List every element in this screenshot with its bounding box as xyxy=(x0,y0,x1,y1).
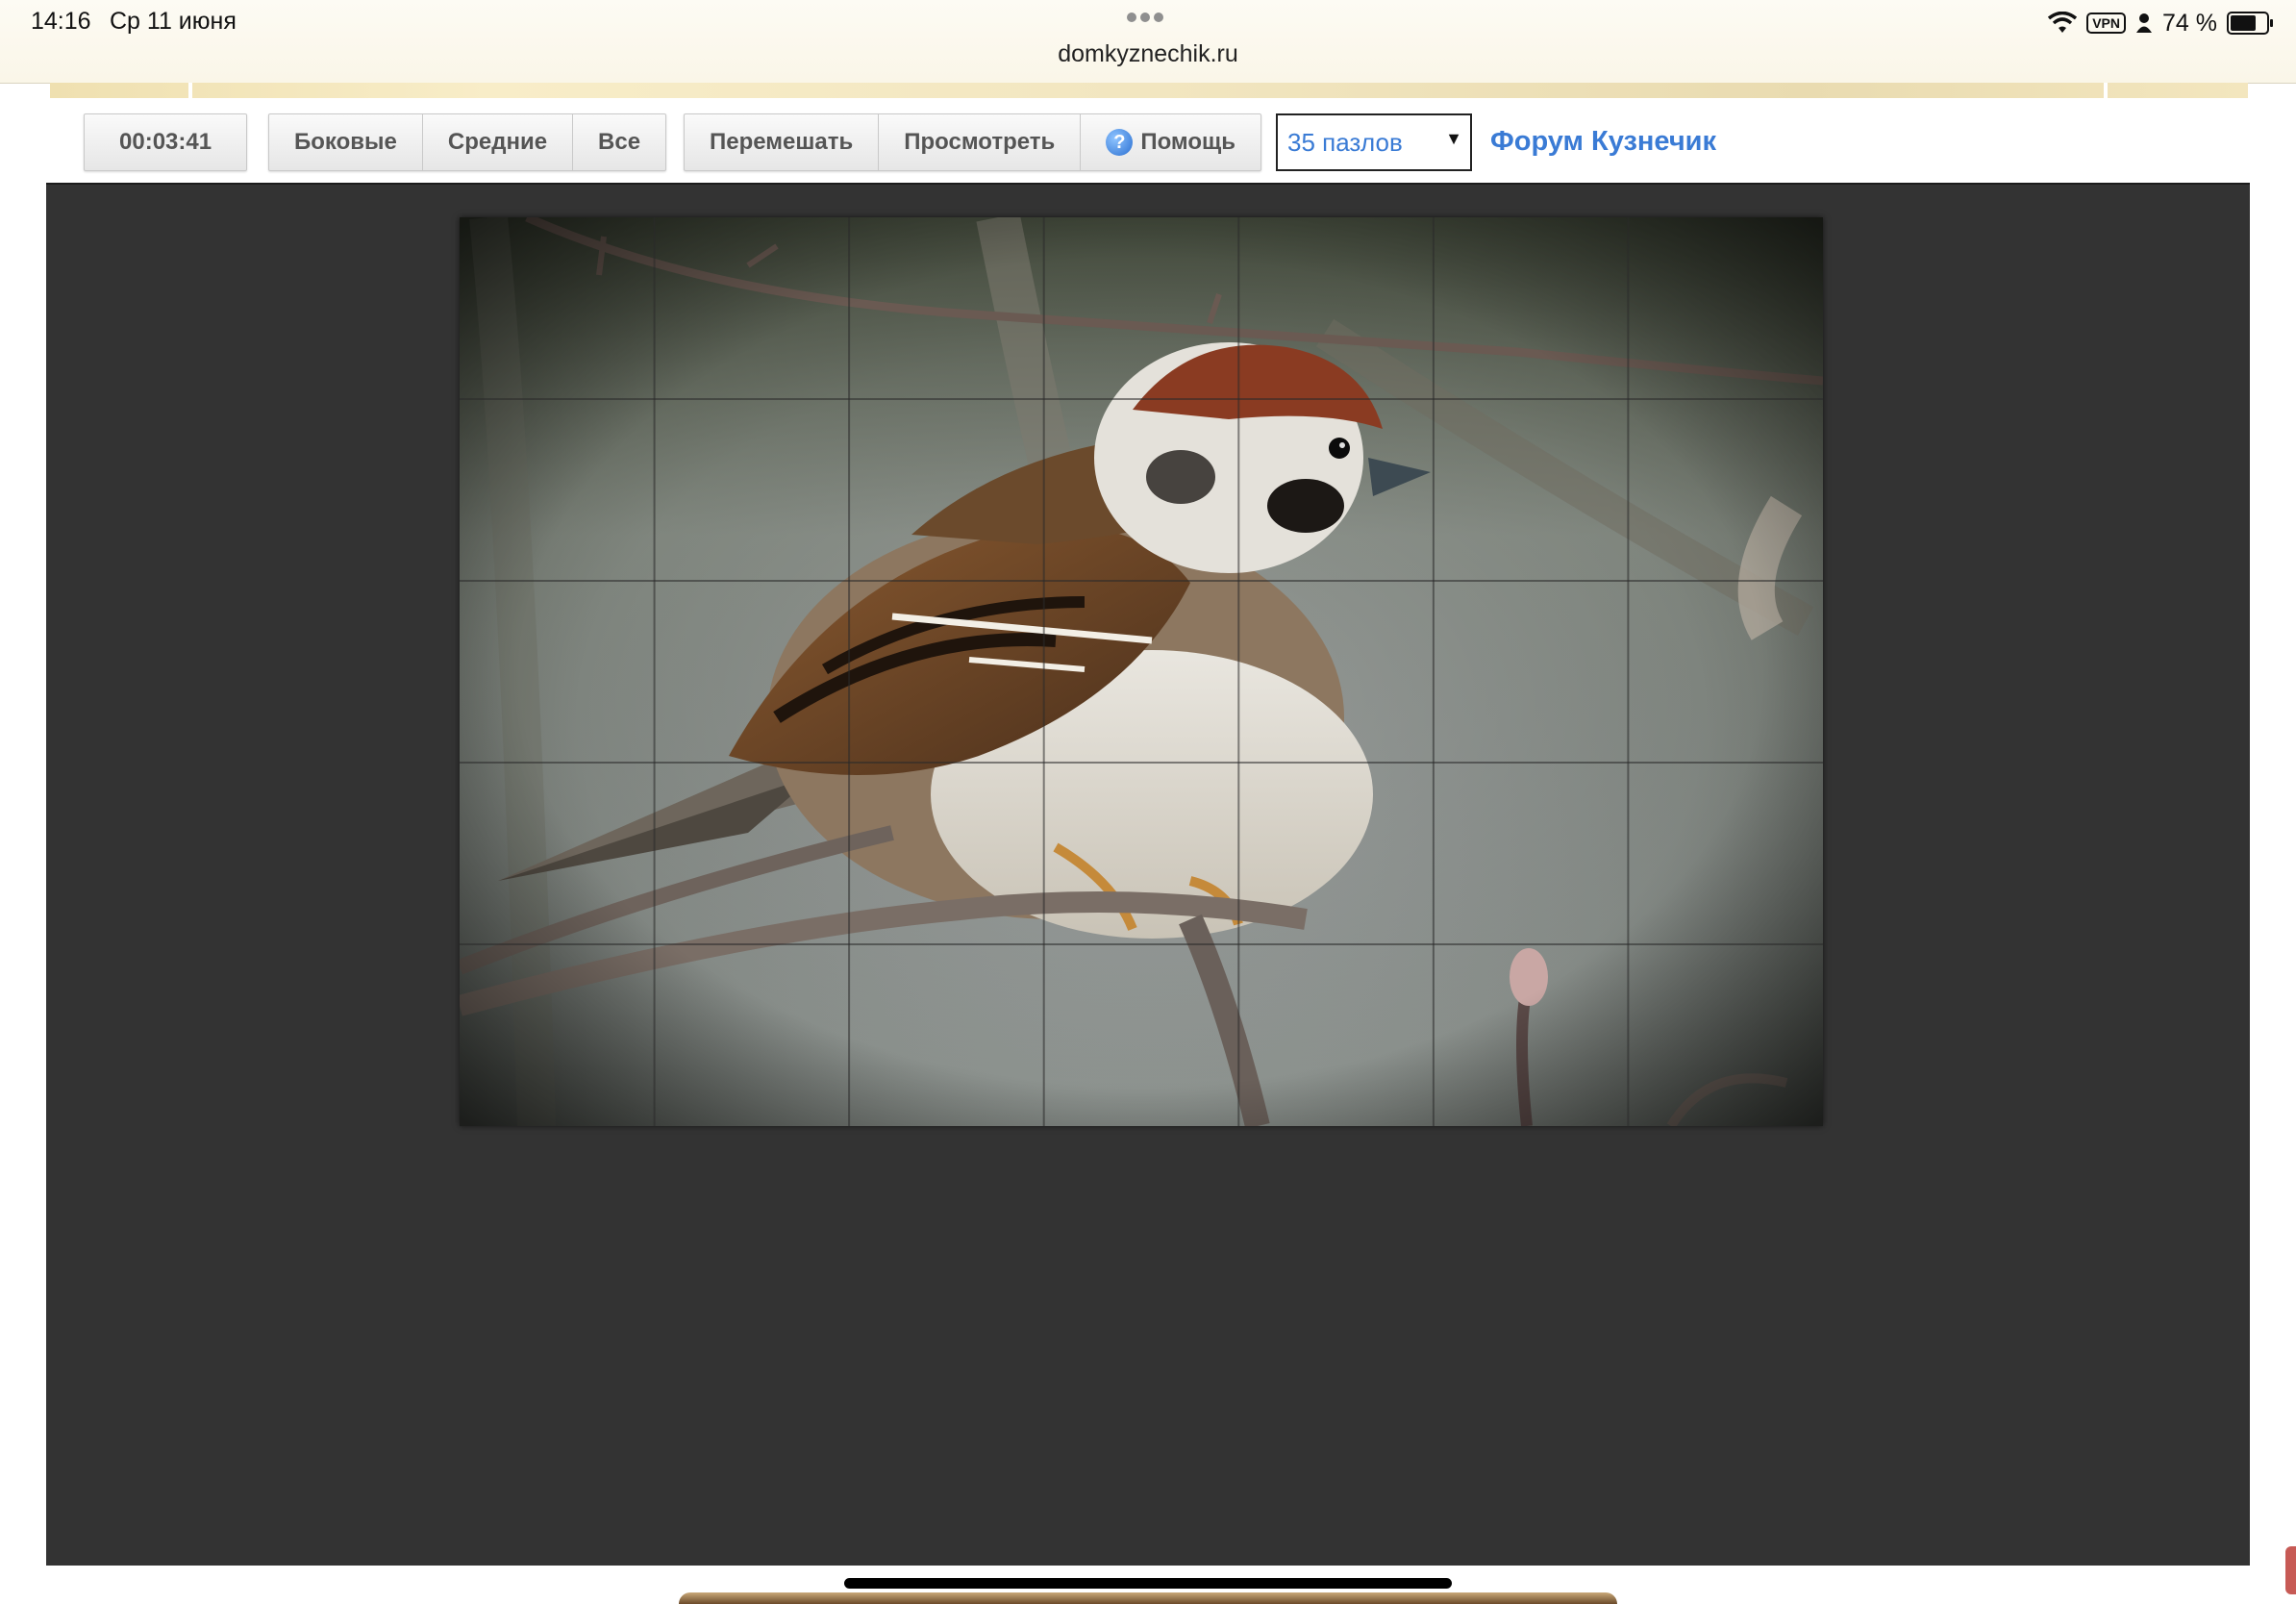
floating-tab[interactable] xyxy=(2285,1546,2296,1594)
question-circle-icon: ? xyxy=(1106,129,1134,156)
battery-percent: 74 % xyxy=(2162,9,2217,37)
decorative-strip xyxy=(50,83,2248,98)
battery-icon xyxy=(2227,12,2273,35)
timer: 00:03:41 xyxy=(119,129,212,155)
home-indicator[interactable] xyxy=(844,1578,1452,1589)
wifi-icon xyxy=(2048,12,2078,33)
vpn-icon: VPN xyxy=(2086,13,2127,34)
puzzle-toolbar: 00:03:41 Боковые Средние Все Перемешать … xyxy=(46,98,2250,183)
dropdown-arrow-icon: ▼ xyxy=(1445,129,1462,148)
shuffle-button[interactable]: Перемешать xyxy=(685,114,880,170)
bottom-banner xyxy=(679,1592,1617,1604)
preview-button[interactable]: Просмотреть xyxy=(879,114,1082,170)
forum-link[interactable]: Форум Кузнечик xyxy=(1490,126,1716,158)
action-group: Перемешать Просмотреть ? Помощь xyxy=(684,113,1262,171)
filter-all-button[interactable]: Все xyxy=(573,114,665,170)
status-date: Ср 11 июня xyxy=(110,8,237,35)
filter-middle-button[interactable]: Средние xyxy=(423,114,574,170)
filter-edges-button[interactable]: Боковые xyxy=(269,114,423,170)
help-button[interactable]: ? Помощь xyxy=(1081,114,1260,170)
status-bar: 14:16 Ср 11 июня domkyznechik.ru VPN 74 … xyxy=(0,0,2296,84)
puzzle-board xyxy=(46,183,2250,1566)
help-label: Помощь xyxy=(1140,129,1236,155)
filter-group: Боковые Средние Все xyxy=(268,113,667,171)
more-dots-icon[interactable] xyxy=(1127,10,1169,22)
puzzle-image[interactable] xyxy=(460,217,1823,1126)
status-indicators: VPN 74 % xyxy=(2048,8,2273,38)
timer-box: 00:03:41 xyxy=(84,113,248,171)
status-time: 14:16 xyxy=(31,8,91,35)
piece-count-value: 35 пазлов xyxy=(1287,128,1403,157)
address-url[interactable]: domkyznechik.ru xyxy=(0,40,2296,68)
piece-count-select[interactable]: 35 пазлов ▼ xyxy=(1276,113,1472,171)
sparrow-image xyxy=(460,217,1823,1126)
person-icon xyxy=(2136,13,2153,33)
